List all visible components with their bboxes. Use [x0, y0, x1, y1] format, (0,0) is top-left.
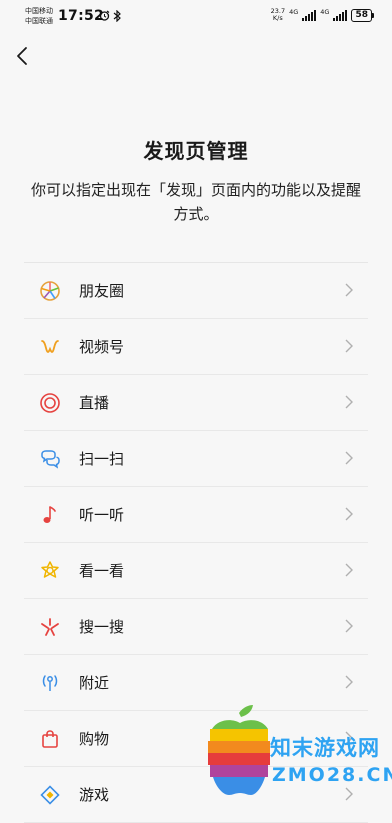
speed-unit: K/s	[272, 14, 283, 22]
list-item-label: 朋友圈	[79, 282, 125, 300]
chevron-right-icon	[345, 675, 353, 689]
channels-icon	[39, 336, 61, 358]
search-icon	[39, 616, 61, 638]
chevron-right-icon	[345, 395, 353, 409]
list-item-label: 购物	[79, 730, 110, 748]
list-item-label: 附近	[79, 674, 110, 692]
list-item-label: 直播	[79, 394, 110, 412]
scan-icon	[39, 448, 61, 470]
list-item-label: 看一看	[79, 562, 125, 580]
list-item-live[interactable]: 直播	[24, 375, 368, 431]
status-bar: 中国移动 中国联通 17:52 23.7 K/s 4G 4G 58	[0, 0, 392, 34]
list-item-channels[interactable]: 视频号	[24, 319, 368, 375]
signal-icon	[302, 9, 317, 21]
carrier-1: 中国移动	[25, 7, 53, 15]
list-item-label: 扫一扫	[79, 450, 125, 468]
signal-icon-2	[333, 9, 348, 21]
carrier-names: 中国移动 中国联通	[25, 6, 53, 26]
apple-logo-icon	[208, 705, 270, 795]
chevron-left-icon	[17, 47, 27, 65]
carrier-2: 中国联通	[25, 17, 53, 25]
list-item-label: 视频号	[79, 338, 125, 356]
network-speed: 23.7 K/s	[271, 8, 285, 22]
list-item-nearby[interactable]: 附近	[24, 655, 368, 711]
games-icon	[39, 784, 61, 806]
network-type-1: 4G	[289, 8, 299, 16]
chevron-right-icon	[345, 451, 353, 465]
list-item-scan[interactable]: 扫一扫	[24, 431, 368, 487]
list-item-moments[interactable]: 朋友圈	[24, 263, 368, 319]
top-stories-icon	[39, 560, 61, 582]
network-type-2: 4G	[320, 8, 330, 16]
alarm-icon	[99, 10, 110, 24]
page-description: 你可以指定出现在「发现」页面内的功能以及提醒方式。	[30, 181, 361, 223]
watermark-url: ZMO28.CN	[272, 764, 392, 786]
watermark-text: 知末游戏网	[270, 736, 380, 760]
back-button[interactable]	[12, 44, 36, 68]
battery-indicator: 58	[351, 8, 374, 22]
chevron-right-icon	[345, 283, 353, 297]
listen-icon	[39, 504, 61, 526]
moments-icon	[39, 280, 61, 302]
shopping-icon	[39, 728, 61, 750]
status-right: 23.7 K/s 4G 4G 58	[271, 8, 374, 22]
page-title: 发现页管理	[143, 139, 249, 163]
bluetooth-icon	[113, 9, 121, 25]
chevron-right-icon	[345, 563, 353, 577]
chevron-right-icon	[345, 339, 353, 353]
list-item-top-stories[interactable]: 看一看	[24, 543, 368, 599]
live-icon	[39, 392, 61, 414]
list-item-label: 游戏	[79, 786, 110, 804]
nearby-icon	[39, 672, 61, 694]
list-item-label: 听一听	[79, 506, 125, 524]
chevron-right-icon	[345, 619, 353, 633]
list-item-listen[interactable]: 听一听	[24, 487, 368, 543]
clock: 17:52	[58, 8, 105, 24]
list-item-label: 搜一搜	[79, 618, 125, 636]
chevron-right-icon	[345, 507, 353, 521]
list-item-search[interactable]: 搜一搜	[24, 599, 368, 655]
